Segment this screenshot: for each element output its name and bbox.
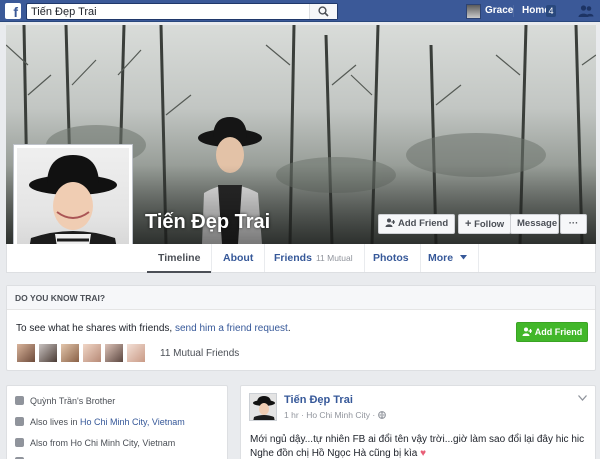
- plus-icon: +: [465, 218, 472, 230]
- user-name-link[interactable]: Grace: [485, 5, 513, 16]
- mutual-friend-avatar[interactable]: [82, 343, 102, 363]
- tab-about-label: About: [223, 252, 254, 264]
- mutual-count: 11 Mutual: [315, 253, 353, 263]
- active-tab-indicator: [147, 271, 212, 273]
- facebook-logo-icon[interactable]: f: [5, 3, 21, 20]
- timeline-post: Tiến Đẹp Trai 1 hr · Ho Chi Minh City · …: [240, 385, 596, 459]
- search-button[interactable]: [309, 4, 337, 19]
- more-options-icon: ···: [568, 218, 579, 229]
- mutual-friend-avatar[interactable]: [16, 343, 36, 363]
- mutual-friend-avatar[interactable]: [60, 343, 80, 363]
- from-text: Also from Ho Chi Minh City, Vietnam: [30, 438, 176, 448]
- search-input[interactable]: [27, 4, 309, 19]
- friend-requests-icon[interactable]: [578, 4, 594, 18]
- follow-button[interactable]: + Follow: [458, 214, 511, 234]
- intro-from: Also from Ho Chi Minh City, Vietnam: [15, 438, 175, 448]
- map-pin-icon: [15, 438, 24, 447]
- profile-tab-bar: Timeline About Friends 11 Mutual Photos M…: [6, 244, 596, 273]
- home-count-badge: 4: [546, 5, 556, 17]
- search-icon: [318, 6, 329, 17]
- mutual-friends-count[interactable]: 11 Mutual Friends: [160, 348, 239, 359]
- add-friend-cover-button[interactable]: Add Friend: [378, 214, 456, 234]
- add-friend-icon: [385, 218, 396, 227]
- tab-about[interactable]: About: [212, 244, 266, 272]
- post-timestamp: 1 hr · Ho Chi Minh City ·: [284, 410, 386, 420]
- tab-more[interactable]: More: [417, 244, 480, 272]
- home-location-icon: [15, 417, 24, 426]
- add-friend-icon: [522, 327, 533, 336]
- search-box: [26, 3, 338, 20]
- tab-photos[interactable]: Photos: [362, 244, 421, 272]
- tab-timeline[interactable]: Timeline: [147, 244, 213, 273]
- tab-photos-label: Photos: [373, 252, 409, 264]
- tab-timeline-label: Timeline: [158, 252, 201, 264]
- post-text-line-2-text: Nghe đồn chị Hồ Ngọc Hà cũng bị kìa: [250, 448, 418, 459]
- family-icon: [15, 396, 24, 405]
- post-text-line-2: Nghe đồn chị Hồ Ngọc Hà cũng bị kìa ♥: [250, 448, 426, 459]
- post-author-portrait: [253, 396, 275, 420]
- heart-emoji-icon: ♥: [420, 448, 427, 459]
- tab-friends[interactable]: Friends 11 Mutual: [263, 244, 365, 272]
- tab-more-label: More: [428, 252, 454, 264]
- do-you-know-card: DO YOU KNOW TRAI? To see what he shares …: [6, 285, 596, 371]
- intro-card: Quỳnh Trần's Brother Also lives in Ho Ch…: [6, 385, 228, 459]
- add-friend-cover-label: Add Friend: [398, 218, 449, 229]
- post-author-name[interactable]: Tiến Đẹp Trai: [284, 394, 353, 406]
- post-meta-text[interactable]: 1 hr · Ho Chi Minh City ·: [284, 410, 375, 420]
- add-friend-button[interactable]: Add Friend: [516, 322, 588, 342]
- tab-friends-label: Friends: [274, 252, 312, 264]
- user-avatar[interactable]: [466, 4, 481, 19]
- friend-request-prompt: To see what he shares with friends, send…: [16, 323, 291, 334]
- more-options-button[interactable]: ···: [560, 214, 587, 234]
- globe-icon: [377, 411, 386, 420]
- post-author-avatar[interactable]: [249, 393, 277, 421]
- prompt-period: .: [287, 323, 291, 334]
- intro-lives-in: Also lives in Ho Chi Minh City, Vietnam: [15, 417, 185, 427]
- message-button[interactable]: Message: [510, 214, 559, 234]
- lives-in-prefix: Also lives in: [30, 417, 81, 427]
- post-text-line-1: Mới ngủ dậy...tự nhiên FB ai đổi tên vậy…: [250, 434, 585, 445]
- relation-text[interactable]: Quỳnh Trần's Brother: [30, 396, 115, 406]
- prompt-text: To see what he shares with friends,: [16, 323, 175, 334]
- mutual-friend-avatar[interactable]: [126, 343, 146, 363]
- add-friend-button-label: Add Friend: [534, 327, 583, 337]
- topbar-divider: [513, 5, 514, 17]
- follow-label: Follow: [474, 219, 505, 230]
- profile-name[interactable]: Tiến Đẹp Trai: [145, 211, 270, 234]
- dropdown-arrow-icon: [460, 255, 468, 260]
- chevron-down-icon[interactable]: [578, 395, 587, 401]
- intro-relation: Quỳnh Trần's Brother: [15, 396, 115, 406]
- do-you-know-heading: DO YOU KNOW TRAI?: [7, 286, 595, 310]
- mutual-friend-avatar[interactable]: [38, 343, 58, 363]
- message-label: Message: [517, 218, 558, 229]
- top-navigation-bar: f Grace Home 4: [0, 0, 600, 22]
- mutual-friend-avatar[interactable]: [104, 343, 124, 363]
- lives-in-link[interactable]: Ho Chi Minh City, Vietnam: [80, 417, 185, 427]
- send-friend-request-link[interactable]: send him a friend request: [175, 323, 288, 334]
